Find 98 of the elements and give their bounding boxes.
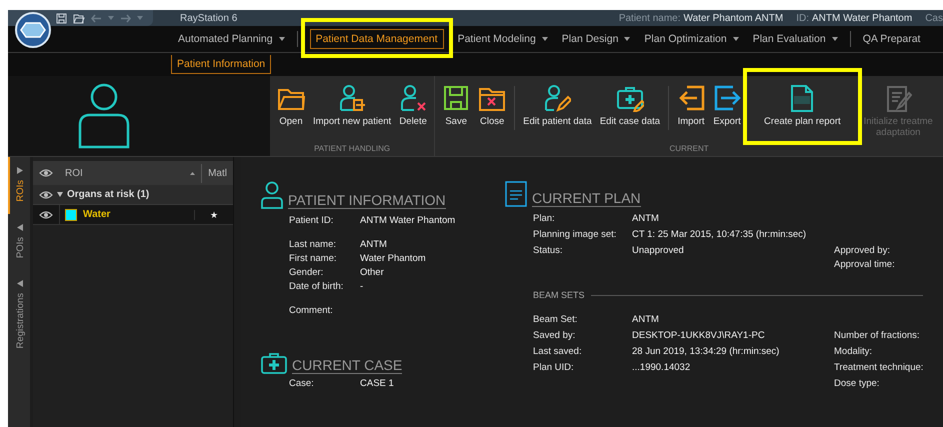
person-icon (78, 83, 130, 149)
field-value: ANTM (632, 213, 660, 224)
save-icon (442, 84, 470, 112)
eye-icon[interactable] (39, 190, 53, 200)
field-label: Beam Set: (533, 314, 578, 325)
medical-case-icon (261, 352, 287, 374)
dropdown-icon[interactable] (624, 37, 630, 41)
field-label: Approved by: (834, 245, 891, 256)
menu-tab[interactable]: Patient Data Management (310, 29, 444, 49)
person-edit-icon (543, 84, 572, 112)
field-label: Treatment technique: (834, 362, 924, 373)
section-title: PATIENT INFORMATION (288, 192, 446, 209)
ribbon-button[interactable]: Edit patient data (520, 82, 595, 129)
eye-icon[interactable] (39, 210, 53, 220)
export-icon (713, 84, 742, 112)
ribbon-button[interactable]: Delete (396, 82, 430, 129)
eye-icon[interactable] (39, 168, 53, 178)
field-label: Number of fractions: (834, 330, 921, 341)
field-value: ANTM (360, 239, 388, 250)
menu-tab[interactable]: Plan Optimization (638, 29, 745, 49)
case-edit-icon (616, 84, 644, 112)
field-label: Dose type: (834, 378, 880, 389)
arrow-icon[interactable] (17, 224, 23, 231)
app-title: RayStation 6 (180, 12, 238, 24)
field-label: Modality: (834, 346, 874, 357)
menu-tab[interactable]: Plan Design (556, 29, 636, 49)
menu-tab[interactable]: Plan Evaluation (746, 29, 844, 49)
field-value: ANTM (632, 314, 660, 325)
column-header[interactable]: Matl (201, 164, 233, 182)
field-label: Plan UID: (533, 362, 575, 373)
info-value: ANTM Water Phantom (812, 12, 912, 24)
field-label: Gender: (289, 267, 324, 278)
field-value: CT 1: 25 Mar 2015, 10:47:35 (hr:min:sec) (632, 229, 808, 240)
field-label: Patient ID: (289, 215, 334, 226)
info-label: Cas (925, 12, 943, 24)
field-label: Approval time: (834, 259, 896, 270)
section-title: CURRENT PLAN (532, 190, 641, 207)
menu-tab[interactable]: Automated Planning (172, 29, 291, 49)
field-value: CASE 1 (360, 378, 395, 389)
ribbon-button[interactable]: Create plan report (758, 82, 847, 129)
document-edit-icon (884, 84, 912, 112)
ribbon-button[interactable]: Import (674, 82, 708, 129)
section-title: CURRENT CASE (292, 357, 402, 374)
field-value: Unapproved (632, 245, 685, 258)
field-label: Case: (289, 378, 315, 389)
person-import-icon (338, 84, 366, 112)
dropdown-icon[interactable] (732, 37, 739, 41)
roi-row[interactable]: Water ★ (33, 205, 233, 225)
sub-tab[interactable]: Patient Information (171, 55, 272, 74)
field-label: Plan: (533, 213, 556, 224)
star-mark: ★ (194, 210, 233, 220)
open-folder-icon[interactable] (73, 12, 85, 24)
field-value: ANTM Water Phantom (360, 215, 456, 226)
group-label: CURRENT (668, 144, 710, 153)
field-value: ...1990.14032 (632, 362, 692, 373)
ribbon-button[interactable]: Export (710, 82, 744, 129)
sort-icon[interactable] (190, 172, 196, 174)
info-label: ID: (796, 12, 809, 24)
side-tab[interactable]: Registrations (8, 270, 30, 360)
dropdown-icon[interactable] (278, 37, 285, 41)
field-label: Saved by: (533, 330, 576, 341)
menu-tab[interactable]: Patient Modeling (452, 29, 554, 49)
field-label: First name: (289, 253, 338, 264)
ribbon-button[interactable]: Save (439, 82, 474, 129)
menu-tab[interactable]: QA Preparat (856, 29, 926, 49)
ribbon-button[interactable]: Close (475, 82, 510, 129)
field-label: Comment: (289, 305, 334, 316)
side-tab[interactable]: ROIs (8, 157, 30, 214)
group-label: PATIENT HANDLING (313, 144, 392, 153)
field-value: 28 Jun 2019, 13:34:29 (hr:min:sec) (632, 346, 780, 357)
dropdown-icon[interactable] (832, 37, 838, 41)
import-icon (677, 84, 706, 112)
field-label: Last name: (289, 239, 337, 250)
roi-name: Water (83, 209, 110, 220)
field-label: Date of birth: (289, 281, 344, 292)
field-label: Planning image set: (533, 229, 618, 240)
person-delete-icon (399, 84, 428, 112)
dropdown-icon[interactable] (542, 37, 548, 41)
field-value: Water Phantom (360, 253, 427, 264)
field-value: DESKTOP-1UKK8VJ\RAY1-PC (632, 330, 766, 341)
ribbon-button[interactable]: Edit case data (596, 82, 664, 129)
field-value: Other (360, 267, 385, 278)
info-value: Water Phantom ANTM (684, 12, 784, 24)
side-tab[interactable]: POIs (8, 214, 30, 270)
expand-icon[interactable] (57, 192, 63, 197)
field-value: - (360, 281, 364, 292)
document-icon (505, 181, 527, 207)
save-icon[interactable] (56, 12, 67, 24)
ribbon-button[interactable]: Import new patient (310, 82, 394, 129)
subsection-title: BEAM SETS (533, 290, 585, 300)
arrow-icon[interactable] (17, 167, 23, 174)
arrow-icon[interactable] (17, 280, 23, 287)
field-label: Last saved: (533, 346, 583, 357)
field-label: Status: (533, 245, 564, 258)
person-icon (261, 181, 283, 209)
info-label: Patient name: (618, 12, 681, 24)
column-header[interactable]: ROI (65, 168, 83, 178)
ribbon-button[interactable]: Open (274, 82, 308, 129)
